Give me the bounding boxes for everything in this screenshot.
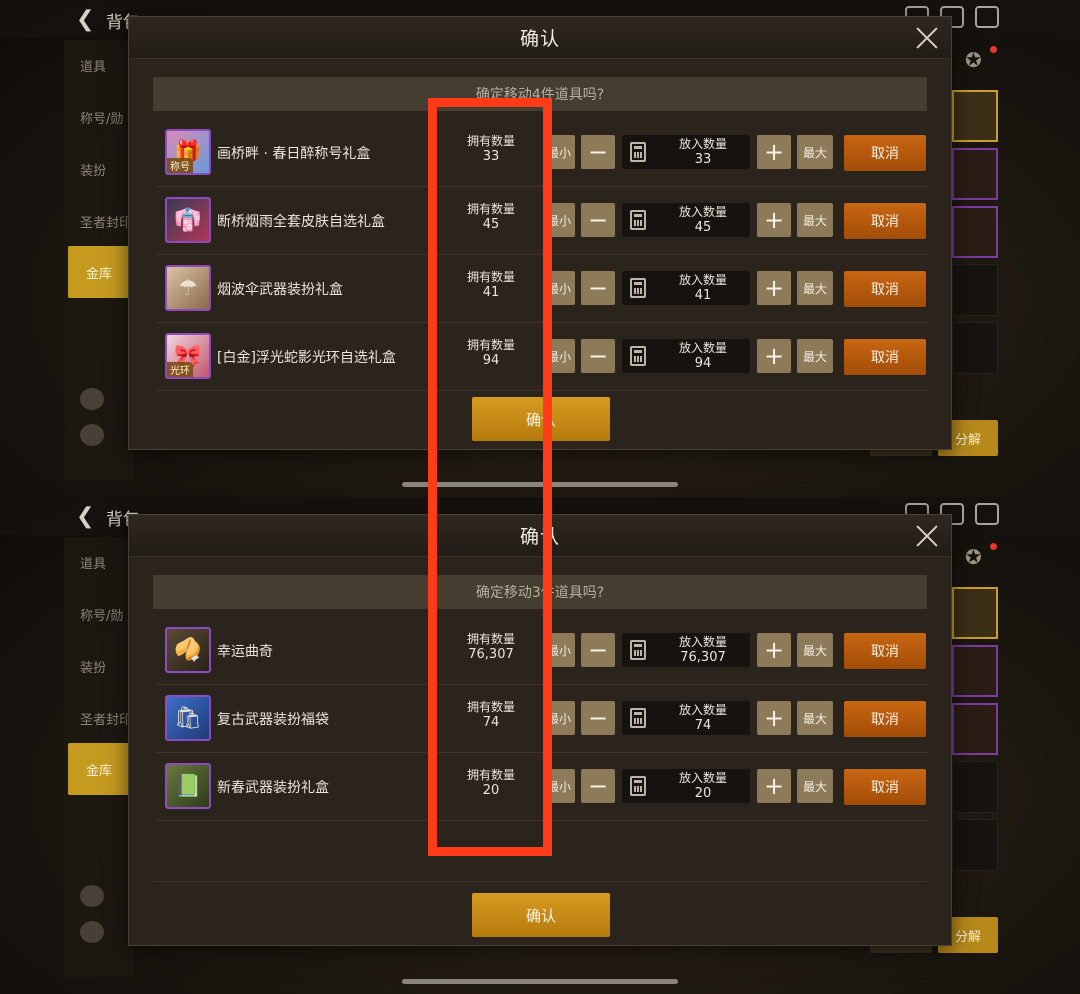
inventory-slot[interactable]	[952, 587, 998, 639]
back-arrow-icon[interactable]: ❮	[76, 504, 94, 529]
skin-box-icon: 👘	[165, 197, 211, 243]
shield-icon[interactable]	[80, 424, 104, 446]
notification-dot	[990, 46, 997, 53]
item-name: [白金]浮光蛇影光环自选礼盒	[217, 350, 396, 366]
home-indicator	[402, 979, 678, 984]
item-name: 画桥畔 · 春日醉称号礼盒	[217, 146, 371, 162]
minus-button[interactable]: −	[581, 135, 615, 169]
minus-button[interactable]: −	[581, 203, 615, 237]
fortune-cookie-icon: 🥠	[165, 627, 211, 673]
max-button[interactable]: 最大	[797, 271, 833, 305]
inventory-slot[interactable]	[952, 703, 998, 755]
sidebar-item-titles[interactable]: 称号/勋	[80, 108, 123, 127]
put-quantity-input[interactable]: 放入数量 76,307	[622, 633, 750, 667]
put-quantity-input[interactable]: 放入数量 41	[622, 271, 750, 305]
calculator-icon[interactable]	[630, 346, 646, 366]
weapon-gift-icon: ☂	[165, 265, 211, 311]
item-name: 烟波伞武器装扮礼盒	[217, 282, 343, 298]
max-button[interactable]: 最大	[797, 203, 833, 237]
calculator-icon[interactable]	[630, 210, 646, 230]
inventory-slot[interactable]	[952, 148, 998, 200]
lucky-bag-icon: 🛍	[165, 695, 211, 741]
icon-tag: 称号	[167, 158, 193, 173]
plus-button[interactable]: +	[757, 769, 791, 803]
cancel-button[interactable]: 取消	[844, 271, 926, 307]
put-quantity-input[interactable]: 放入数量 94	[622, 339, 750, 373]
sidebar-item-titles[interactable]: 称号/勋	[80, 605, 123, 624]
sidebar-item-avatar[interactable]: 装扮	[80, 160, 106, 179]
close-icon[interactable]	[915, 26, 939, 50]
item-name: 幸运曲奇	[217, 644, 273, 660]
cancel-button[interactable]: 取消	[844, 135, 926, 171]
inventory-slot[interactable]	[952, 322, 998, 374]
item-name: 复古武器装扮福袋	[217, 712, 329, 728]
chat-icon[interactable]	[975, 503, 999, 525]
calculator-icon[interactable]	[630, 278, 646, 298]
aura-gift-icon: 🎀 光环	[165, 333, 211, 379]
plus-button[interactable]: +	[757, 633, 791, 667]
put-quantity-input[interactable]: 放入数量 33	[622, 135, 750, 169]
sidebar-item-items[interactable]: 道具	[80, 56, 106, 75]
minus-button[interactable]: −	[581, 633, 615, 667]
put-quantity-input[interactable]: 放入数量 74	[622, 701, 750, 735]
notification-dot	[990, 543, 997, 550]
icon-tag: 光环	[167, 362, 193, 377]
inventory-slot[interactable]	[952, 819, 998, 871]
cancel-button[interactable]: 取消	[844, 769, 926, 805]
calculator-icon[interactable]	[630, 708, 646, 728]
max-button[interactable]: 最大	[797, 701, 833, 735]
item-name: 新春武器装扮礼盒	[217, 780, 329, 796]
item-name: 断桥烟雨全套皮肤自选礼盒	[217, 214, 385, 230]
close-icon[interactable]	[915, 524, 939, 548]
chat-icon[interactable]	[975, 6, 999, 28]
sidebar-item-seal[interactable]: 圣者封印	[80, 212, 132, 231]
inventory-slot[interactable]	[952, 264, 998, 316]
sidebar-item-seal[interactable]: 圣者封印	[80, 709, 132, 728]
sidebar-item-avatar[interactable]: 装扮	[80, 657, 106, 676]
calculator-icon[interactable]	[630, 142, 646, 162]
cancel-button[interactable]: 取消	[844, 339, 926, 375]
max-button[interactable]: 最大	[797, 769, 833, 803]
inventory-slot[interactable]	[952, 90, 998, 142]
inventory-slot[interactable]	[952, 206, 998, 258]
cancel-button[interactable]: 取消	[844, 701, 926, 737]
dialog-title: 确认	[519, 28, 560, 50]
confirm-button[interactable]: 确认	[472, 893, 610, 937]
max-button[interactable]: 最大	[797, 633, 833, 667]
cancel-button[interactable]: 取消	[844, 203, 926, 239]
minus-button[interactable]: −	[581, 339, 615, 373]
inventory-slot[interactable]	[952, 761, 998, 813]
sidebar-item-items[interactable]: 道具	[80, 553, 106, 572]
max-button[interactable]: 最大	[797, 135, 833, 169]
shield-icon[interactable]	[80, 921, 104, 943]
dialog-header: 确认	[129, 17, 951, 59]
calculator-icon[interactable]	[630, 640, 646, 660]
star-icon[interactable]: ✪	[965, 48, 982, 72]
divider	[153, 881, 927, 882]
sidebar-item-vault[interactable]: 金库	[68, 246, 130, 298]
put-quantity-input[interactable]: 放入数量 45	[622, 203, 750, 237]
max-button[interactable]: 最大	[797, 339, 833, 373]
star-icon[interactable]: ✪	[965, 545, 982, 569]
minus-button[interactable]: −	[581, 769, 615, 803]
sidebar-item-vault[interactable]: 金库	[68, 743, 130, 795]
title-gift-icon: 🎁 称号	[165, 129, 211, 175]
spring-gift-icon: 📗	[165, 763, 211, 809]
inventory-slot[interactable]	[952, 645, 998, 697]
minus-button[interactable]: −	[581, 701, 615, 735]
plus-button[interactable]: +	[757, 339, 791, 373]
cancel-button[interactable]: 取消	[844, 633, 926, 669]
plus-button[interactable]: +	[757, 135, 791, 169]
plus-button[interactable]: +	[757, 701, 791, 735]
plus-button[interactable]: +	[757, 203, 791, 237]
character-icon[interactable]	[80, 388, 104, 410]
minus-button[interactable]: −	[581, 271, 615, 305]
highlight-annotation-box	[428, 98, 552, 856]
put-quantity-input[interactable]: 放入数量 20	[622, 769, 750, 803]
back-arrow-icon[interactable]: ❮	[76, 7, 94, 32]
character-icon[interactable]	[80, 885, 104, 907]
calculator-icon[interactable]	[630, 776, 646, 796]
plus-button[interactable]: +	[757, 271, 791, 305]
